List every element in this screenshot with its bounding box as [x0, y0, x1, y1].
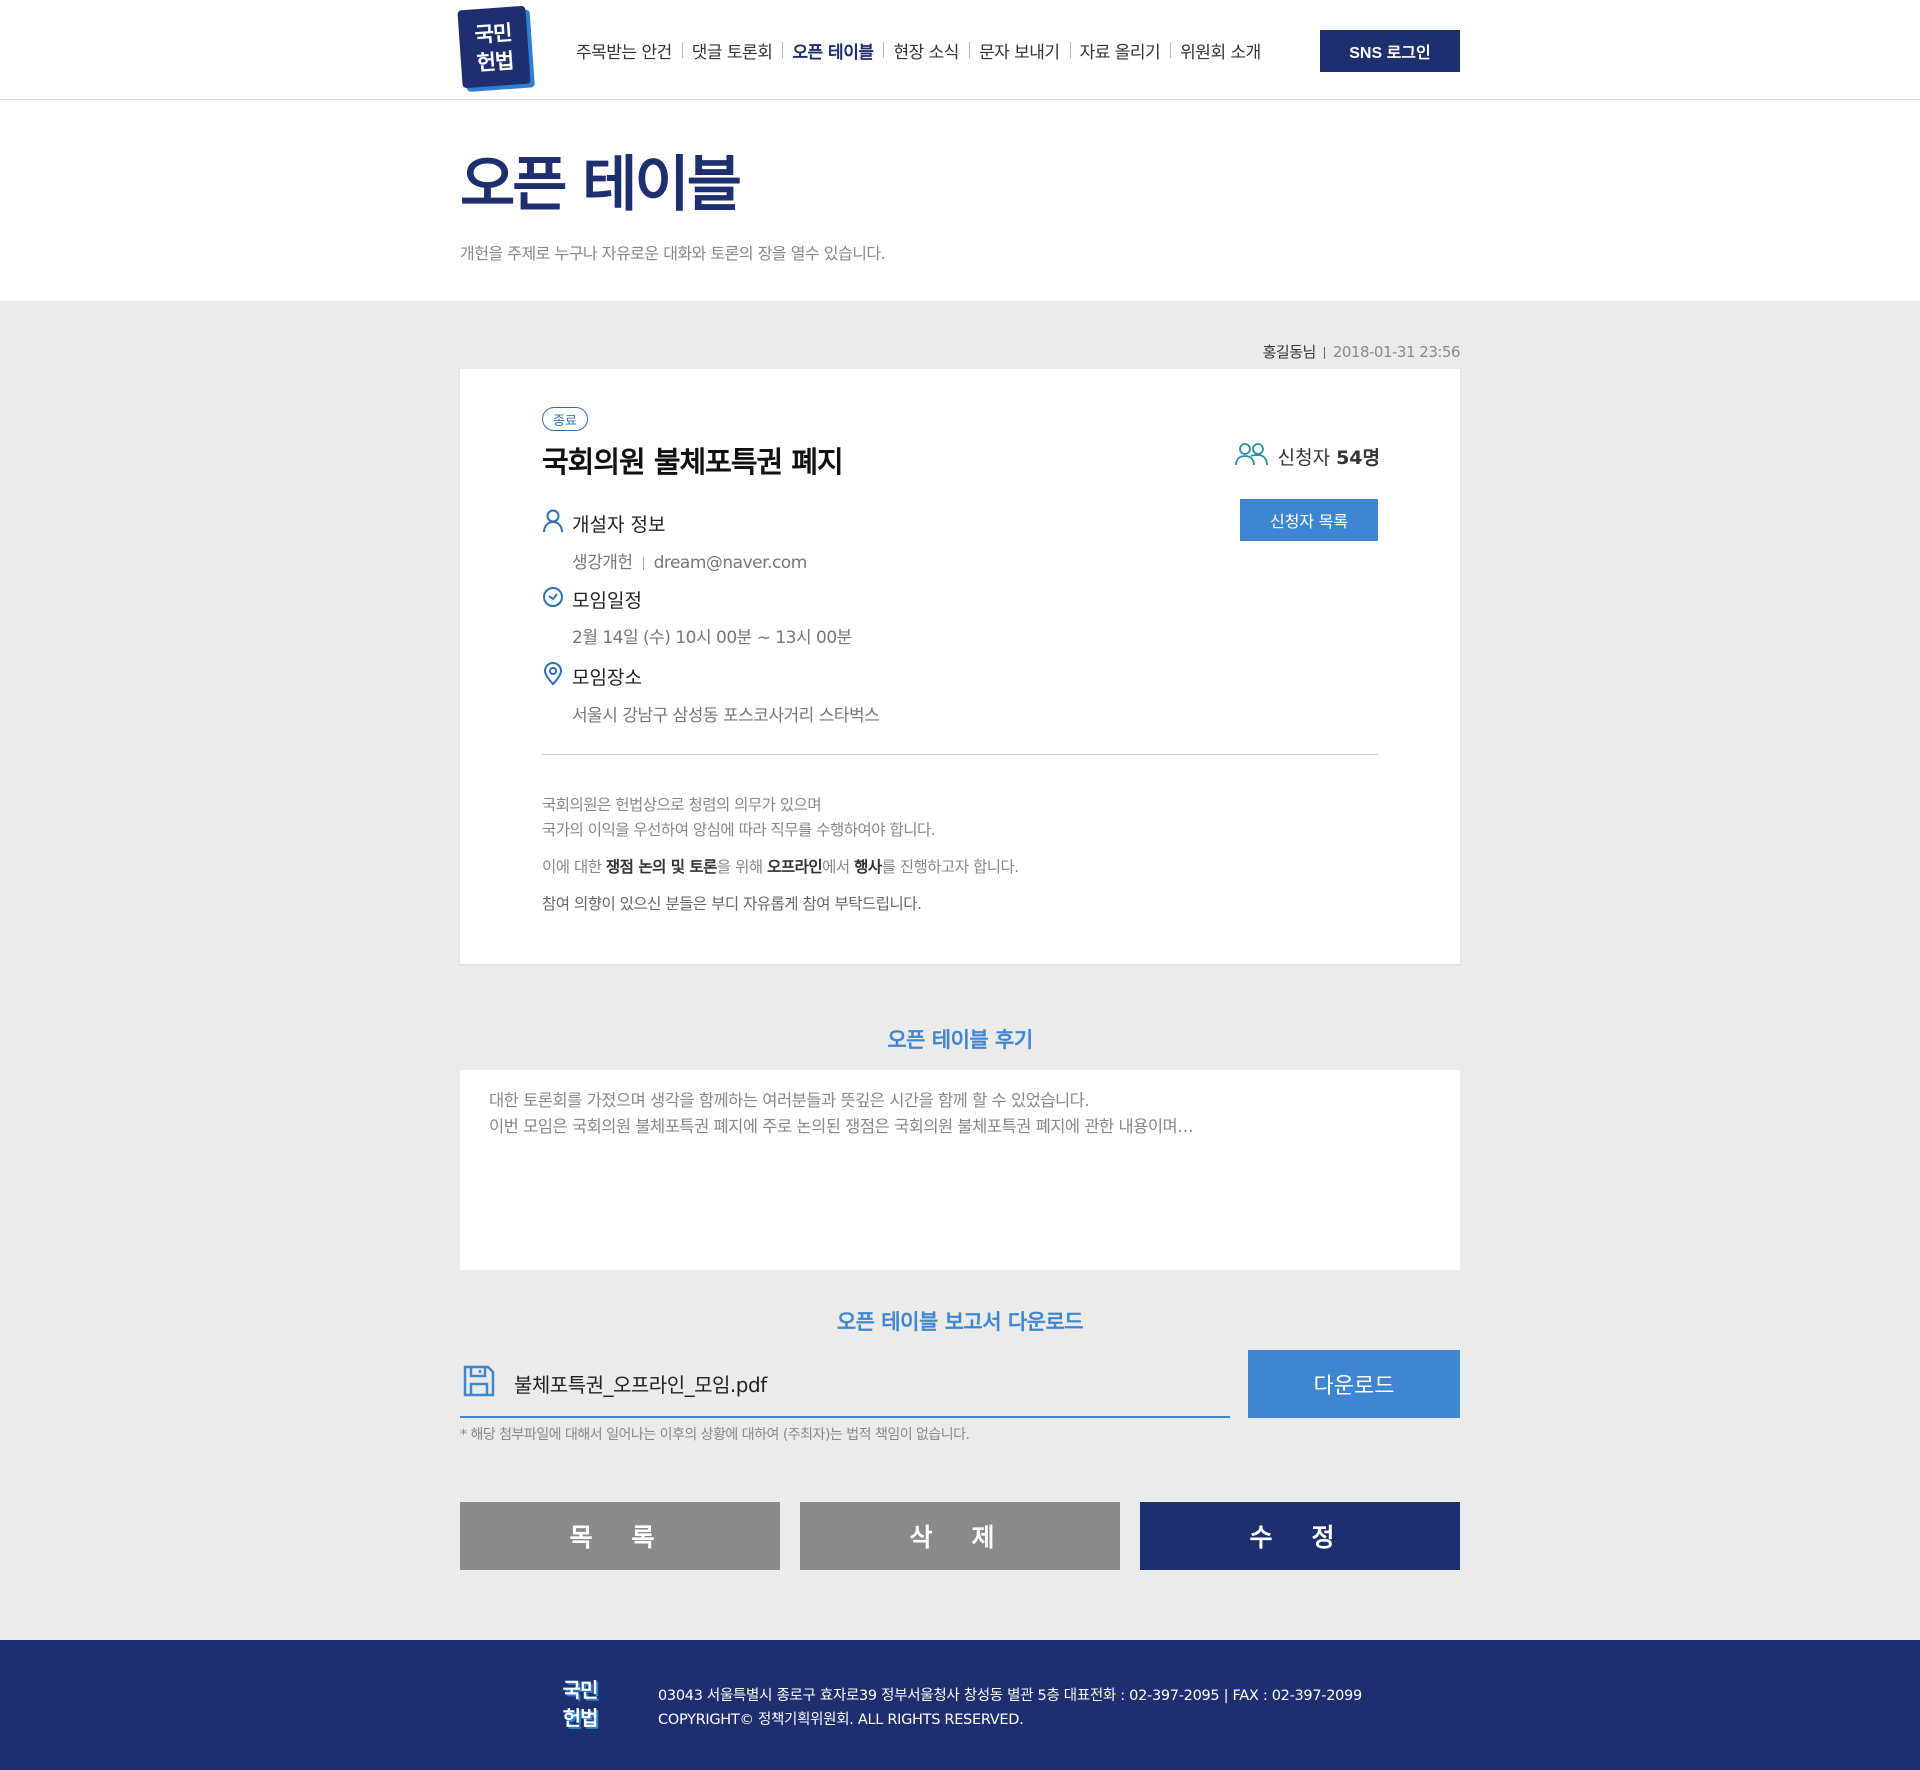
logo-text-line2: 헌법	[475, 48, 515, 76]
post-description: 국회의원은 헌법상으로 청렴의 의무가 있으며 국가의 이익을 우선하여 양심에…	[542, 793, 1019, 929]
legal-notice: * 해당 첨부파일에 대해서 일어나는 이후의 상황에 대하여 (주최자)는 법…	[460, 1427, 970, 1443]
place-info: 모임장소 서울시 강남구 삼성동 포스코사거리 스타벅스	[542, 662, 880, 726]
review-line: 이번 모임은 국회의원 불체포특권 폐지에 주로 논의된 쟁점은 국회의원 불체…	[489, 1117, 1194, 1136]
review-title: 오픈 테이블 후기	[887, 1028, 1033, 1052]
organizer-label: 개설자 정보	[572, 514, 666, 536]
main-nav: 주목받는 안건 댓글 토론회 오픈 테이블 현장 소식 문자 보내기 자료 올리…	[566, 38, 1271, 63]
post-date: 2018-01-31 23:56	[1332, 343, 1461, 361]
footer-logo-line2: 헌법	[562, 1706, 599, 1730]
nav-item-committee[interactable]: 위원회 소개	[1170, 38, 1271, 63]
nav-item-field-news[interactable]: 현장 소식	[883, 38, 968, 63]
nav-item-open-table[interactable]: 오픈 테이블	[782, 38, 883, 63]
file-attachment: 불체포특권_오프라인_모임.pdf	[460, 1350, 1230, 1418]
person-icon	[542, 509, 572, 538]
description-line: 참여 의향이 있으신 분들은 부디 자유롭게 참여 부탁드립니다.	[542, 895, 922, 913]
organizer-name: 생강개헌	[572, 553, 633, 573]
organizer-info: 개설자 정보 생강개헌 dream@naver.com	[542, 509, 807, 573]
floppy-disk-icon	[460, 1364, 514, 1402]
description-line: 국가의 이익을 우선하여 양심에 따라 직무를 수행하여야 합니다.	[542, 821, 936, 839]
info-divider	[642, 556, 644, 570]
page-subtitle: 개헌을 주제로 누구나 자유로운 대화와 토론의 장을 열수 있습니다.	[460, 244, 886, 263]
applicants-count: 신청자 54명	[1234, 441, 1380, 472]
review-line: 대한 토론회를 가졌으며 생각을 함께하는 여러분들과 뜻깊은 시간을 함께 할…	[489, 1091, 1090, 1110]
clock-icon	[542, 586, 572, 613]
main-content: 홍길동님 2018-01-31 23:56 종료 국회의원 불체포특권 폐지 신청…	[0, 301, 1920, 1641]
post-title: 국회의원 불체포특권 폐지	[542, 445, 844, 479]
organizer-email[interactable]: dream@naver.com	[654, 553, 808, 573]
site-footer: 국민 헌법 03043 서울특별시 종로구 효자로39 정부서울청사 창성동 별…	[0, 1640, 1920, 1770]
footer-logo-line1: 국민	[562, 1678, 599, 1702]
nav-item-upload[interactable]: 자료 올리기	[1069, 38, 1171, 63]
schedule-value: 2월 14일 (수) 10시 00분 ~ 13시 00분	[572, 628, 852, 648]
place-label: 모임장소	[572, 667, 642, 689]
nav-item-comment-debate[interactable]: 댓글 토론회	[681, 38, 783, 63]
footer-copyright: COPYRIGHT© 정책기획위원회. ALL RIGHTS RESERVED.	[658, 1712, 1024, 1728]
applicants-number: 54명	[1336, 447, 1380, 469]
post-author: 홍길동님	[1262, 343, 1317, 361]
site-logo[interactable]: 국민 헌법	[457, 5, 531, 92]
site-header: 국민 헌법 주목받는 안건 댓글 토론회 오픈 테이블 현장 소식 문자 보내기…	[0, 0, 1920, 100]
nav-item-featured[interactable]: 주목받는 안건	[566, 38, 682, 63]
review-text: 대한 토론회를 가졌으며 생각을 함께하는 여러분들과 뜻깊은 시간을 함께 할…	[460, 1070, 1460, 1270]
footer-logo: 국민 헌법	[550, 1674, 610, 1740]
schedule-label: 모임일정	[572, 590, 642, 612]
schedule-info: 모임일정 2월 14일 (수) 10시 00분 ~ 13시 00분	[542, 586, 852, 648]
edit-button[interactable]: 수 정	[1140, 1502, 1460, 1570]
status-badge: 종료	[542, 407, 588, 431]
download-button[interactable]: 다운로드	[1248, 1350, 1460, 1418]
file-name[interactable]: 불체포특권_오프라인_모임.pdf	[514, 1369, 767, 1398]
post-card: 종료 국회의원 불체포특권 폐지 신청자 54명 신청자 목록 개설자 정보 생…	[460, 369, 1460, 964]
card-divider	[542, 754, 1378, 755]
people-icon	[1234, 441, 1278, 472]
meta-divider	[1323, 346, 1325, 359]
title-area: 오픈 테이블 개헌을 주제로 누구나 자유로운 대화와 토론의 장을 열수 있습…	[0, 100, 1920, 301]
page-title: 오픈 테이블	[460, 150, 742, 220]
list-button[interactable]: 목 록	[460, 1502, 780, 1570]
applicants-label: 신청자	[1277, 447, 1331, 469]
footer-address: 03043 서울특별시 종로구 효자로39 정부서울청사 창성동 별관 5층 대…	[658, 1688, 1362, 1704]
applicants-list-button[interactable]: 신청자 목록	[1240, 499, 1378, 541]
place-value: 서울시 강남구 삼성동 포스코사거리 스타벅스	[572, 706, 880, 726]
sns-login-button[interactable]: SNS 로그인	[1320, 30, 1460, 72]
post-meta: 홍길동님 2018-01-31 23:56	[1262, 341, 1461, 362]
report-title: 오픈 테이블 보고서 다운로드	[836, 1310, 1084, 1334]
nav-item-send-message[interactable]: 문자 보내기	[968, 38, 1070, 63]
delete-button[interactable]: 삭 제	[800, 1502, 1120, 1570]
location-pin-icon	[542, 662, 572, 691]
description-line: 이에 대한 쟁점 논의 및 토론을 위해 오프라인에서 행사를 진행하고자 합니…	[542, 858, 1019, 876]
description-line: 국회의원은 헌법상으로 청렴의 의무가 있으며	[542, 796, 822, 814]
